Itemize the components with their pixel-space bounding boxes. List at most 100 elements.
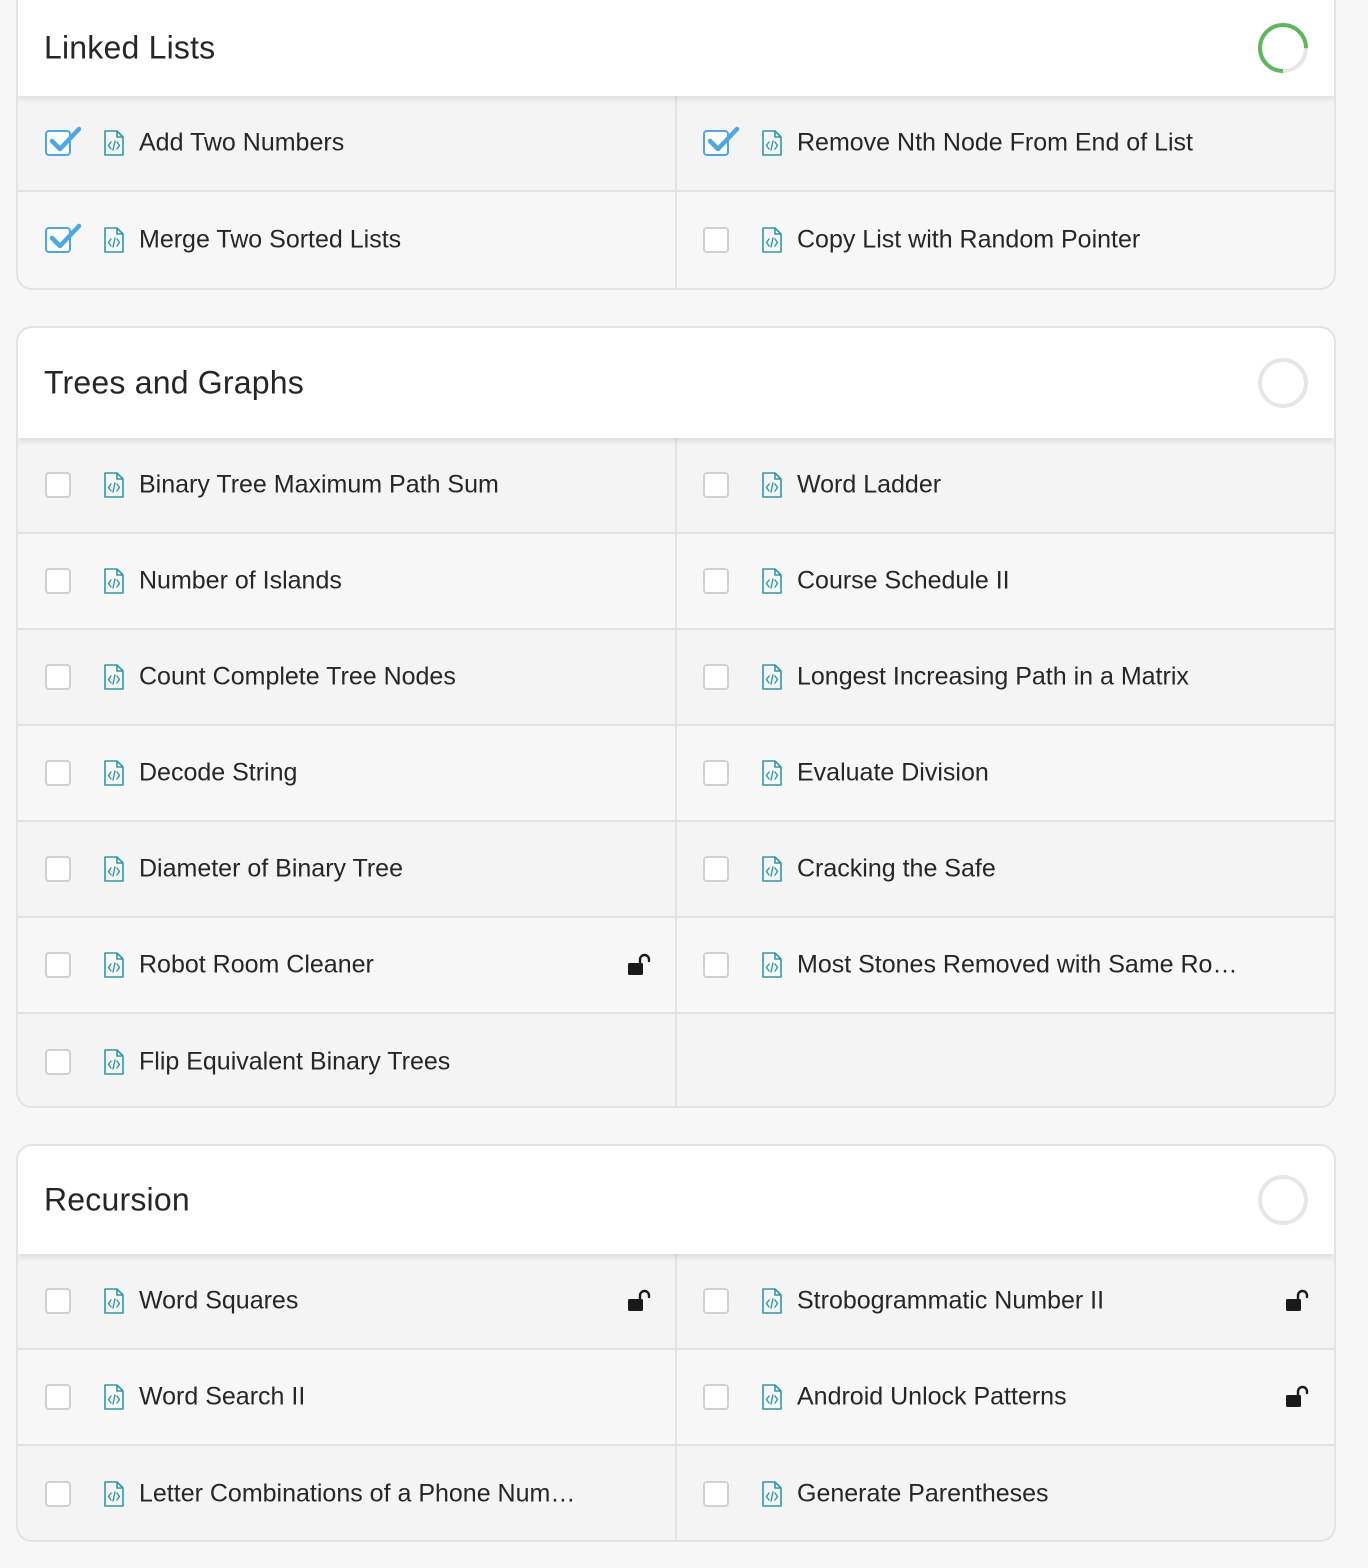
checkbox[interactable] (45, 1384, 71, 1410)
code-file-icon (103, 130, 125, 156)
checkmark-icon (49, 223, 82, 249)
checkbox-checked[interactable] (703, 126, 740, 156)
problem-title-link[interactable]: Word Squares (139, 1287, 298, 1316)
code-file-icon (103, 1481, 125, 1507)
problem-title-link[interactable]: Generate Parentheses (797, 1480, 1049, 1509)
problem-grid: Add Two Numbers Remove Nth Node From End … (18, 96, 1334, 288)
code-file-icon (761, 952, 783, 978)
problem-row[interactable]: Word Squares (18, 1254, 676, 1350)
problem-row[interactable]: Merge Two Sorted Lists (18, 192, 676, 288)
checkbox[interactable] (45, 1288, 71, 1314)
section-card-linked-lists: Linked Lists Add Two Numbers Remove Nth N… (16, 0, 1336, 290)
problem-row[interactable]: Decode String (18, 726, 676, 822)
code-file-icon (103, 664, 125, 690)
code-file-icon (761, 568, 783, 594)
checkbox-checked[interactable] (45, 223, 82, 253)
code-file-icon (761, 760, 783, 786)
problem-title-link[interactable]: Number of Islands (139, 567, 342, 596)
checkbox[interactable] (45, 1049, 71, 1075)
checkbox[interactable] (45, 664, 71, 690)
problem-title-link[interactable]: Count Complete Tree Nodes (139, 663, 456, 692)
checkbox[interactable] (45, 568, 71, 594)
checkbox[interactable] (703, 568, 729, 594)
problem-row[interactable]: Word Search II (18, 1350, 676, 1446)
checkbox[interactable] (703, 856, 729, 882)
problem-row[interactable]: Flip Equivalent Binary Trees (18, 1014, 676, 1106)
unlock-icon (1284, 1385, 1310, 1409)
section-title: Recursion (44, 1181, 190, 1218)
problem-title-link[interactable]: Most Stones Removed with Same Ro… (797, 951, 1237, 980)
section-header[interactable]: Trees and Graphs (18, 328, 1334, 438)
problem-title-link[interactable]: Binary Tree Maximum Path Sum (139, 471, 499, 500)
checkbox[interactable] (703, 1481, 729, 1507)
problem-title-link[interactable]: Cracking the Safe (797, 855, 996, 884)
problem-row[interactable]: Remove Nth Node From End of List (676, 96, 1334, 192)
problem-title-link[interactable]: Longest Increasing Path in a Matrix (797, 663, 1189, 692)
problem-title-link[interactable]: Evaluate Division (797, 759, 989, 788)
problem-title-link[interactable]: Remove Nth Node From End of List (797, 129, 1193, 158)
problem-title-link[interactable]: Copy List with Random Pointer (797, 226, 1140, 255)
problem-row[interactable]: Copy List with Random Pointer (676, 192, 1334, 288)
problem-row[interactable]: Generate Parentheses (676, 1446, 1334, 1540)
problem-row[interactable]: Most Stones Removed with Same Ro… (676, 918, 1334, 1014)
problem-title-link[interactable]: Add Two Numbers (139, 129, 344, 158)
checkbox[interactable] (703, 227, 729, 253)
progress-ring-track (1258, 1175, 1308, 1225)
problem-title-link[interactable]: Word Search II (139, 1383, 305, 1412)
problem-title-link[interactable]: Diameter of Binary Tree (139, 855, 403, 884)
section-card-trees-and-graphs: Trees and Graphs Binary Tree Maximum Pat… (16, 326, 1336, 1108)
problem-row[interactable]: Robot Room Cleaner (18, 918, 676, 1014)
checkbox[interactable] (703, 1384, 729, 1410)
checkbox[interactable] (45, 472, 71, 498)
problem-title-link[interactable]: Word Ladder (797, 471, 941, 500)
problem-row[interactable]: Count Complete Tree Nodes (18, 630, 676, 726)
problem-row[interactable]: Strobogrammatic Number II (676, 1254, 1334, 1350)
checkbox-checked[interactable] (45, 126, 82, 156)
code-file-icon (761, 130, 783, 156)
code-file-icon (103, 1288, 125, 1314)
code-file-icon (103, 472, 125, 498)
problem-row[interactable]: Cracking the Safe (676, 822, 1334, 918)
checkbox[interactable] (703, 1288, 729, 1314)
checkbox[interactable] (703, 952, 729, 978)
problem-title-link[interactable]: Android Unlock Patterns (797, 1383, 1067, 1412)
code-file-icon (761, 472, 783, 498)
problem-title-link[interactable]: Course Schedule II (797, 567, 1010, 596)
problem-row[interactable]: Binary Tree Maximum Path Sum (18, 438, 676, 534)
checkbox[interactable] (703, 472, 729, 498)
problem-row[interactable]: Word Ladder (676, 438, 1334, 534)
problem-row[interactable]: Letter Combinations of a Phone Num… (18, 1446, 676, 1540)
problem-row[interactable]: Longest Increasing Path in a Matrix (676, 630, 1334, 726)
problem-row[interactable]: Android Unlock Patterns (676, 1350, 1334, 1446)
checkbox[interactable] (45, 1481, 71, 1507)
section-header[interactable]: Linked Lists (18, 0, 1334, 96)
code-file-icon (103, 1049, 125, 1075)
code-file-icon (761, 1481, 783, 1507)
problem-row[interactable]: Course Schedule II (676, 534, 1334, 630)
problem-title-link[interactable]: Merge Two Sorted Lists (139, 226, 401, 255)
section-header[interactable]: Recursion (18, 1146, 1334, 1254)
problem-title-link[interactable]: Strobogrammatic Number II (797, 1287, 1104, 1316)
checkbox[interactable] (45, 760, 71, 786)
problem-row[interactable]: Number of Islands (18, 534, 676, 630)
problem-title-link[interactable]: Decode String (139, 759, 297, 788)
problem-title-link[interactable]: Flip Equivalent Binary Trees (139, 1048, 450, 1077)
code-file-icon (103, 856, 125, 882)
problem-row[interactable]: Diameter of Binary Tree (18, 822, 676, 918)
problem-title-link[interactable]: Letter Combinations of a Phone Num… (139, 1480, 575, 1509)
progress-ring-track (1258, 358, 1308, 408)
section-title: Linked Lists (44, 29, 216, 66)
code-file-icon (761, 227, 783, 253)
problem-title-link[interactable]: Robot Room Cleaner (139, 951, 374, 980)
checkmark-icon (707, 126, 740, 152)
checkbox[interactable] (703, 760, 729, 786)
checkbox[interactable] (703, 664, 729, 690)
problem-row[interactable]: Evaluate Division (676, 726, 1334, 822)
code-file-icon (103, 227, 125, 253)
checkbox[interactable] (45, 952, 71, 978)
checkbox[interactable] (45, 856, 71, 882)
empty-cell (676, 1014, 1334, 1106)
code-file-icon (103, 1384, 125, 1410)
code-file-icon (761, 1384, 783, 1410)
problem-row[interactable]: Add Two Numbers (18, 96, 676, 192)
